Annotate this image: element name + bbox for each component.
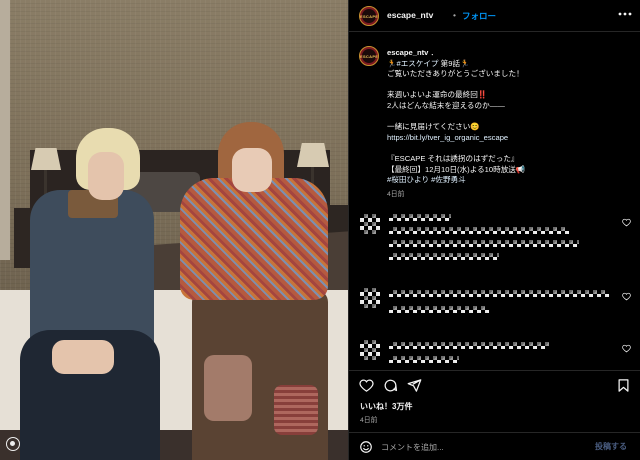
comment-item [349, 208, 640, 268]
caption-body: escape_ntv ． 🏃#エスケイプ 第9話🏃 ご覧いただきありがとうござい… [387, 48, 627, 200]
comment-meta [389, 253, 499, 260]
photo-man-face [88, 152, 124, 200]
comment-text [389, 290, 609, 297]
comment-avatar[interactable] [360, 288, 380, 308]
header-separator: • [453, 10, 456, 20]
post-timestamp: 4日前 [360, 417, 378, 424]
heart-icon[interactable] [359, 378, 374, 393]
caption-line-5: 一緒に見届けてください😊 [387, 122, 480, 132]
comment-like-icon[interactable] [622, 292, 631, 301]
comment-avatar[interactable] [360, 214, 380, 234]
comment-meta [389, 356, 459, 363]
hashtag-sano[interactable]: #佐野勇斗 [429, 175, 466, 184]
send-icon[interactable] [407, 378, 422, 393]
photo-curtain [0, 0, 10, 260]
comment-text [389, 240, 579, 247]
more-horizontal-icon[interactable] [617, 6, 633, 22]
photo-woman-face [232, 148, 272, 192]
instagram-post-modal: ESCAPE escape_ntv • フォロー ESCAPE escape_n… [0, 0, 640, 460]
caption-line-8: 【最終回】12月10日(水)よる10時放送📢 [387, 164, 526, 174]
account-username[interactable]: escape_ntv [387, 10, 433, 20]
caption-line-3: 来週いよいよ運命の最終回‼️ [387, 90, 488, 100]
account-avatar[interactable]: ESCAPE [359, 6, 379, 26]
comment-like-icon[interactable] [622, 344, 631, 353]
caption-line-4: 2人はどんな結末を迎えるのか—— [387, 100, 505, 110]
comment-meta [389, 306, 489, 313]
caption-avatar[interactable]: ESCAPE [359, 46, 379, 66]
comment-icon[interactable] [383, 378, 398, 393]
follow-button[interactable]: フォロー [462, 10, 496, 22]
comment-input[interactable] [381, 441, 581, 453]
caption-link[interactable]: https://bit.ly/tver_ig_organic_escape [387, 133, 627, 144]
post-photo[interactable] [0, 0, 348, 460]
comment-text [389, 227, 569, 234]
caption-line-2: ご覧いただきありがとうございました！ [387, 69, 524, 79]
photo-lamp-left [31, 148, 61, 170]
post-header: ESCAPE escape_ntv • フォロー [349, 0, 640, 32]
post-comment-button[interactable]: 投稿する [595, 441, 627, 452]
photo-woman-sweater [180, 178, 328, 300]
comment-username[interactable] [389, 214, 451, 221]
emoji-icon[interactable] [359, 440, 373, 454]
caption-timestamp: 4日前 [387, 190, 405, 198]
post-side-panel: ESCAPE escape_ntv • フォロー ESCAPE escape_n… [348, 0, 640, 460]
comment-avatar[interactable] [360, 340, 380, 360]
comment-item [349, 282, 640, 342]
photo-tags-icon[interactable] [6, 437, 20, 451]
likes-count[interactable]: いいね！3万件 [360, 401, 412, 412]
caption-separator: ． [430, 48, 439, 57]
comment-like-icon[interactable] [622, 218, 631, 227]
caption-username[interactable]: escape_ntv [387, 48, 428, 57]
post-actions-bar [349, 370, 640, 398]
photo-lamp-right [297, 143, 329, 167]
hashtag-sakurada[interactable]: #桜田ひより [387, 175, 429, 184]
caption-line-7: 『ESCAPE それは誘拐のはずだった』 [387, 153, 519, 163]
caption-line-1: 🏃#エスケイプ 第9話🏃 [387, 58, 470, 68]
hashtag-escape[interactable]: #エスケイプ [396, 59, 438, 68]
add-comment-bar: 投稿する [349, 432, 640, 460]
bookmark-icon[interactable] [616, 378, 631, 393]
comment-text [389, 342, 549, 349]
